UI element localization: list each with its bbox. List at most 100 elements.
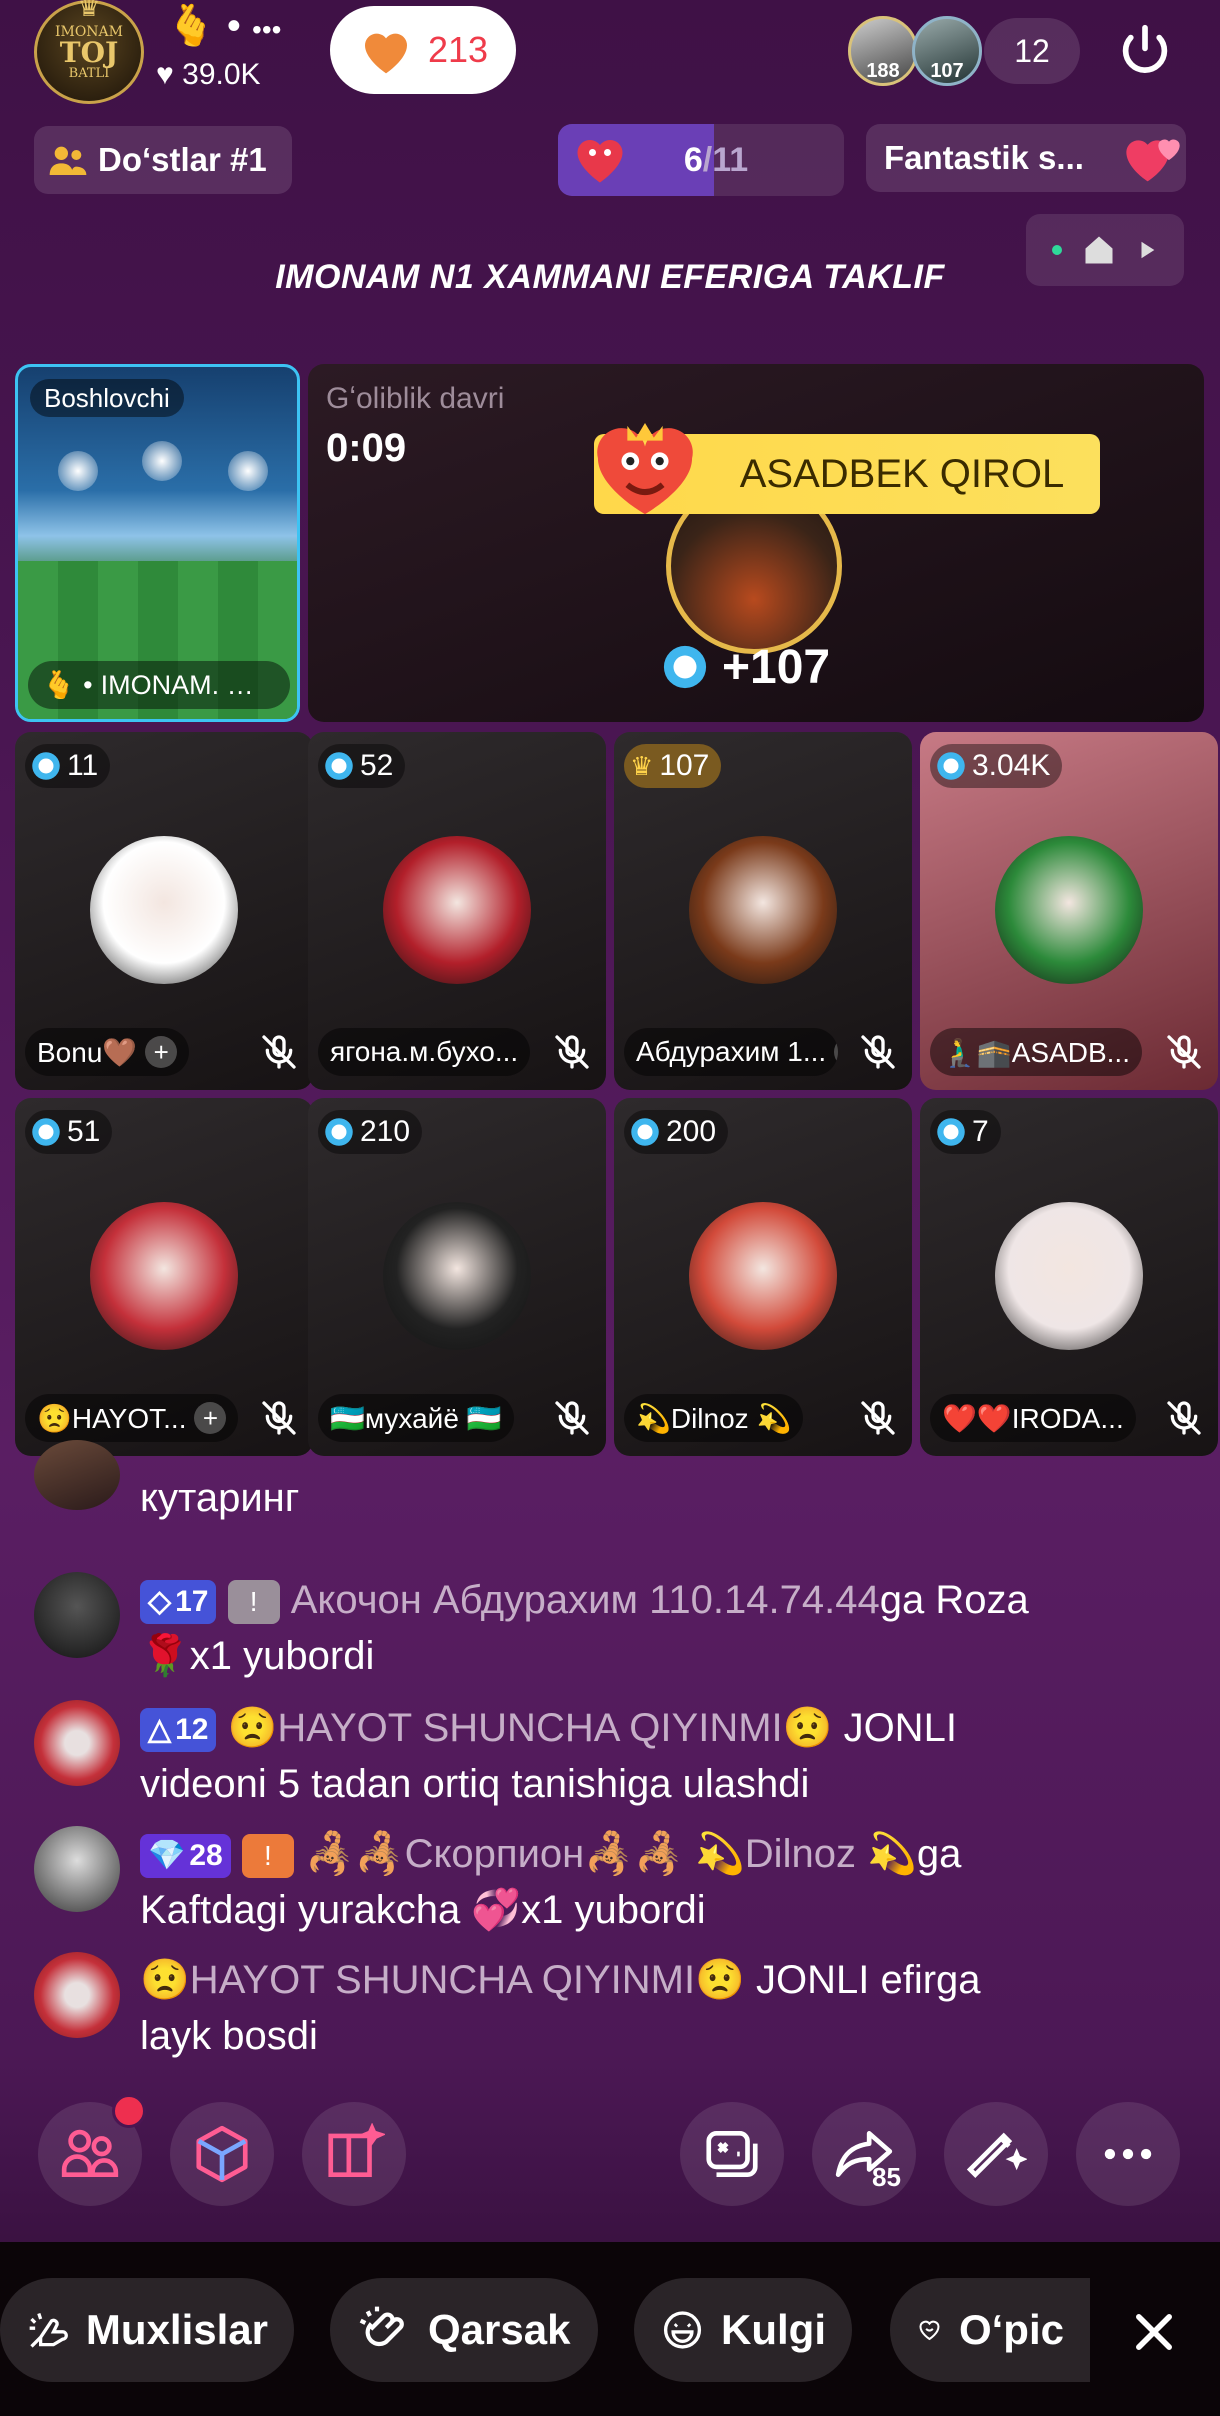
seat-name[interactable]: 🇺🇿мухайё 🇺🇿	[318, 1394, 514, 1442]
mascot-icon	[597, 422, 693, 515]
mic-off-icon	[1167, 1035, 1201, 1069]
cube-icon	[196, 2125, 248, 2183]
seat-avatar[interactable]	[90, 1202, 238, 1350]
chat-message[interactable]: ◇ 17 ! Акочон Абдурахим 110.14.74.44ga R…	[34, 1572, 1204, 1684]
mic-off-icon	[1167, 1401, 1201, 1435]
seat-score-badge: 7	[930, 1110, 1001, 1154]
guest-seat[interactable]: 210 🇺🇿мухайё 🇺🇿	[308, 1098, 606, 1456]
stadium-light	[142, 441, 182, 481]
level-badge: 💎 28	[140, 1834, 231, 1879]
close-icon[interactable]	[1128, 2306, 1180, 2358]
gem-icon	[32, 752, 60, 780]
like-button[interactable]: 213	[330, 6, 516, 94]
seat-name[interactable]: ❤️❤️IRODA...	[930, 1394, 1136, 1442]
guest-seat[interactable]: 11 Bonu🤎 +	[15, 732, 313, 1090]
winner-score: +107	[662, 638, 830, 696]
chat-message[interactable]: 😟HAYOT SHUNCHA QIYINMI😟 JONLI efirga layk…	[34, 1952, 1204, 2064]
host-avatar[interactable]: ♛ IMONAM TOJ BATLI	[34, 0, 144, 104]
kulgi-chip[interactable]: Kulgi	[634, 2278, 852, 2382]
crown-icon: ♛	[630, 750, 654, 781]
gem-icon	[937, 752, 965, 780]
gem-icon	[32, 1118, 60, 1146]
seat-name[interactable]: 🧎‍♂️🕋ASADB...	[930, 1028, 1142, 1076]
chat-message[interactable]: △ 12 😟HAYOT SHUNCHA QIYINMI😟 JONLI videon…	[34, 1700, 1204, 1812]
viewer-count[interactable]: 12	[984, 18, 1080, 84]
chat-message-partial: кутаринг	[34, 1440, 1204, 1526]
qarsak-chip[interactable]: Qarsak	[330, 2278, 598, 2382]
fan-badge: !	[241, 1834, 294, 1879]
guest-seat[interactable]: 3.04K 🧎‍♂️🕋ASADB...	[920, 732, 1218, 1090]
winner-panel[interactable]: Gʻoliblik davri 0:09 ASADBEK QIROL +107	[308, 364, 1204, 722]
host-tag: Boshlovchi	[30, 379, 184, 417]
chat-avatar[interactable]	[34, 1952, 120, 2038]
gem-icon	[937, 1118, 965, 1146]
seat-avatar[interactable]	[383, 836, 531, 984]
host-video-tile[interactable]: Boshlovchi 🫰 • IMONAM. …	[15, 364, 300, 722]
host-tile-name[interactable]: 🫰 • IMONAM. …	[28, 661, 290, 709]
share-count: 85	[872, 2162, 901, 2192]
stadium-light	[58, 451, 98, 491]
seat-name[interactable]: 😟HAYOT... +	[25, 1394, 239, 1442]
power-icon[interactable]	[1114, 20, 1176, 82]
clap-icon	[359, 2306, 404, 2347]
level-badge: ◇ 17	[140, 1580, 217, 1625]
mic-off-icon	[555, 1401, 589, 1435]
chat-avatar[interactable]	[34, 1700, 120, 1786]
seat-name[interactable]: ягона.м.бухо...	[318, 1028, 531, 1076]
seat-avatar[interactable]	[995, 1202, 1143, 1350]
seat-score-badge: ♛ 107	[624, 744, 722, 788]
add-icon[interactable]: +	[194, 1402, 227, 1434]
seat-score-badge: 200	[624, 1110, 729, 1154]
top-viewer-avatar[interactable]: 188	[848, 16, 918, 86]
winner-period-label: Gʻoliblik davri	[326, 382, 505, 415]
gem-icon	[325, 1118, 353, 1146]
gem-icon	[325, 752, 353, 780]
add-icon[interactable]: +	[834, 1036, 838, 1068]
level-badge: △ 12	[140, 1708, 217, 1753]
mic-off-icon	[861, 1035, 895, 1069]
guest-seat[interactable]: 7 ❤️❤️IRODA...	[920, 1098, 1218, 1456]
seat-score-badge: 210	[318, 1110, 423, 1154]
chat-avatar[interactable]	[34, 1826, 120, 1912]
guest-seat[interactable]: 52 ягона.м.бухо...	[308, 732, 606, 1090]
seat-score-badge: 11	[25, 744, 111, 788]
seat-avatar[interactable]	[995, 836, 1143, 984]
seat-name[interactable]: Bonu🤎 +	[25, 1028, 190, 1076]
opic-chip[interactable]: Oʻpic	[890, 2278, 1090, 2382]
guest-seat[interactable]: ♛107 Абдурахим 1...+	[614, 732, 912, 1090]
game-card-icon	[706, 2131, 758, 2177]
gem-icon	[663, 645, 707, 689]
muxlislar-chip[interactable]: Muxlislar	[0, 2278, 294, 2382]
mic-off-icon	[262, 1401, 296, 1435]
game-button[interactable]	[680, 2102, 784, 2206]
seat-score-badge: 3.04K	[930, 744, 1063, 788]
friends-button[interactable]: Doʻstlar #1	[34, 126, 292, 194]
seat-name[interactable]: 💫Dilnoz 💫	[624, 1394, 804, 1442]
book-button[interactable]	[302, 2102, 406, 2206]
guest-seat[interactable]: 51 😟HAYOT... +	[15, 1098, 313, 1456]
box-button[interactable]	[170, 2102, 274, 2206]
effects-button[interactable]	[944, 2102, 1048, 2206]
seat-name[interactable]: Абдурахим 1...+	[624, 1028, 838, 1076]
chat-avatar[interactable]	[34, 1440, 120, 1510]
chat-message[interactable]: 💎 28 ! 🦂🦂Скорпион🦂🦂 💫Dilnoz 💫ga Kaftdagi …	[34, 1826, 1204, 1938]
guest-seat[interactable]: 200 💫Dilnoz 💫	[614, 1098, 912, 1456]
top-viewer-avatar[interactable]: 107	[912, 16, 982, 86]
users-icon	[49, 146, 87, 175]
mic-off-icon	[555, 1035, 589, 1069]
add-icon[interactable]: +	[145, 1036, 178, 1068]
gem-icon	[631, 1118, 659, 1146]
magic-wand-icon	[966, 2132, 1027, 2178]
seat-avatar[interactable]	[689, 836, 837, 984]
hand-icon	[29, 2313, 68, 2348]
host-name[interactable]: 🫰 • •••	[166, 2, 281, 49]
crown-icon: ♛	[77, 0, 101, 23]
seat-avatar[interactable]	[90, 836, 238, 984]
more-button[interactable]	[1076, 2102, 1180, 2206]
seat-avatar[interactable]	[689, 1202, 837, 1350]
users-icon	[61, 2129, 119, 2177]
seat-score-badge: 52	[318, 744, 406, 788]
chat-avatar[interactable]	[34, 1572, 120, 1658]
mic-off-icon	[861, 1401, 895, 1435]
seat-avatar[interactable]	[383, 1202, 531, 1350]
